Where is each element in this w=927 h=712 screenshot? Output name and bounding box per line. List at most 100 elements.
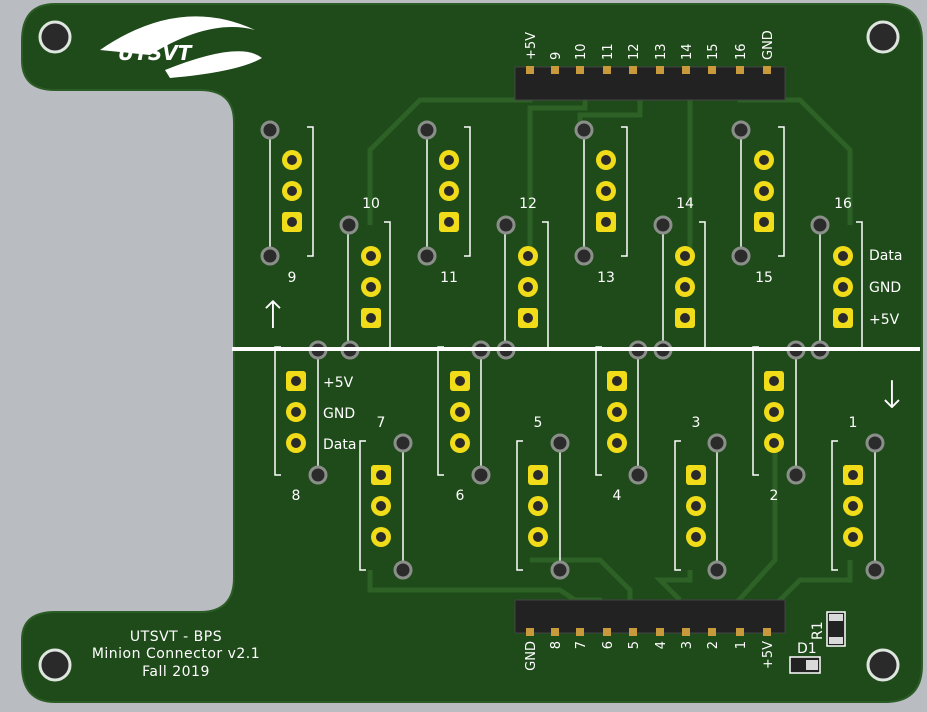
top-header-label: GND (761, 30, 776, 60)
pin-label-5v-upper: +5V (869, 312, 900, 328)
pad-hole (601, 186, 611, 196)
mount-pad (865, 433, 885, 453)
pad-hole (376, 470, 386, 480)
connector-label: 2 (770, 488, 779, 504)
pad-hole (680, 313, 690, 323)
header-pin (708, 66, 716, 74)
top-header-label: +5V (524, 32, 539, 60)
connector-label: 4 (613, 488, 622, 504)
pad-hole (523, 313, 533, 323)
pad-hole (838, 251, 848, 261)
pad-hole (533, 470, 543, 480)
top-header-label: 11 (601, 43, 616, 60)
connector-label: 1 (849, 415, 858, 431)
pad-hole (848, 470, 858, 480)
pad-hole (769, 376, 779, 386)
mount-pad (550, 433, 570, 453)
top-header-label: 10 (574, 43, 589, 60)
board-note-line3: Fall 2019 (142, 664, 210, 680)
bottom-header-label: GND (524, 641, 539, 671)
top-header-label: 16 (734, 43, 749, 60)
pin-label-data-lower: Data (323, 437, 356, 453)
mount-pad (574, 246, 594, 266)
down-arrow: ↓ (876, 373, 908, 417)
pad-hole (523, 251, 533, 261)
header-pin (526, 66, 534, 74)
header-pin (682, 66, 690, 74)
pad-hole (455, 438, 465, 448)
pin-label-gnd-lower: GND (323, 406, 355, 422)
pad-hole (691, 501, 701, 511)
connector-label: 9 (288, 270, 297, 286)
connector-label: 14 (676, 196, 694, 212)
mount-pad (550, 560, 570, 580)
connector-label: 6 (456, 488, 465, 504)
pad-hole (601, 217, 611, 227)
connector-label: 15 (755, 270, 773, 286)
pad-hole (759, 217, 769, 227)
mount-pad (707, 560, 727, 580)
header-pin (736, 66, 744, 74)
pad-hole (838, 313, 848, 323)
top-header-label: 14 (680, 43, 695, 60)
mount-pad (393, 560, 413, 580)
pin-label-gnd-upper: GND (869, 280, 901, 296)
pad-hole (769, 438, 779, 448)
pad-hole (533, 532, 543, 542)
pad-hole (769, 407, 779, 417)
connector-label: 7 (377, 415, 386, 431)
pad-hole (533, 501, 543, 511)
pad-hole (287, 186, 297, 196)
mount-pad (417, 246, 437, 266)
pad-hole (848, 532, 858, 542)
pad-hole (455, 376, 465, 386)
top-header-label: 13 (654, 43, 669, 60)
top-header-label: 9 (549, 52, 564, 60)
mount-pad (260, 246, 280, 266)
connector-label: 8 (292, 488, 301, 504)
mount-pad (393, 433, 413, 453)
pcb-render: UTSVT +5V 9 10 11 12 13 14 15 16 GND GND 8 7 6 5 4 3 2 1 +… (0, 0, 927, 708)
bottom-header-label: +5V (761, 641, 776, 669)
header-pin (603, 66, 611, 74)
pad-hole (523, 282, 533, 292)
pad-hole (291, 376, 301, 386)
mount-pad (810, 215, 830, 235)
mount-pad (574, 120, 594, 140)
bottom-header-label: 5 (627, 641, 642, 649)
mount-pad (653, 215, 673, 235)
pad-hole (291, 438, 301, 448)
connector-label: 16 (834, 196, 852, 212)
board-note-line1: UTSVT - BPS (130, 629, 222, 645)
connector-label: 13 (597, 270, 615, 286)
mounting-hole (38, 20, 72, 54)
top-header-label: 12 (627, 43, 642, 60)
header-pin (736, 628, 744, 636)
connector-label: 10 (362, 196, 380, 212)
mount-pad (628, 465, 648, 485)
mount-pad (308, 465, 328, 485)
bottom-header-label: 4 (654, 641, 669, 649)
r1-label: R1 (810, 621, 826, 640)
top-header-label: 15 (706, 43, 721, 60)
pad-hole (680, 251, 690, 261)
pad-hole (444, 155, 454, 165)
pad-hole (444, 186, 454, 196)
bottom-header-label: 1 (734, 641, 749, 649)
pad-hole (838, 282, 848, 292)
header-pin (576, 66, 584, 74)
mount-pad (260, 120, 280, 140)
pad-hole (455, 407, 465, 417)
pad-hole (691, 470, 701, 480)
bottom-header-label: 6 (601, 641, 616, 649)
pad-hole (291, 407, 301, 417)
mounting-hole (866, 20, 900, 54)
pad-hole (366, 251, 376, 261)
pad-hole (848, 501, 858, 511)
logo-text: UTSVT (118, 41, 193, 65)
mount-pad (471, 465, 491, 485)
mount-pad (731, 120, 751, 140)
header-pin (682, 628, 690, 636)
header-pin (656, 66, 664, 74)
bottom-header-label: 2 (706, 641, 721, 649)
